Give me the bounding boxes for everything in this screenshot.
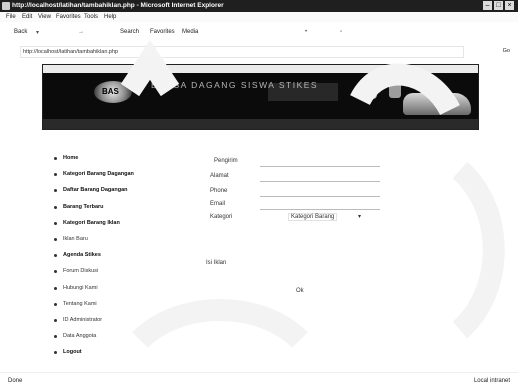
bullet-icon xyxy=(54,157,57,160)
window-controls: – □ × xyxy=(483,1,514,10)
sidebar-item-data-anggota[interactable]: Data Anggota xyxy=(54,328,164,344)
kategori-label: Kategori xyxy=(210,214,233,220)
hapus-button[interactable]: Hapus xyxy=(216,314,233,320)
phone-label: Phone xyxy=(210,188,228,194)
minimize-button[interactable]: – xyxy=(483,1,492,10)
window-title-bar: http://localhost/latihan/tambahiklan.php… xyxy=(0,0,518,12)
sidebar-item-label: Kategori Barang Dagangan xyxy=(63,171,134,178)
sidebar-item-label: Hubungi Kami xyxy=(63,284,98,291)
sidebar-item-iklan-baru[interactable]: Iklan Baru xyxy=(54,231,164,247)
banner-road xyxy=(43,119,478,129)
status-text: Done xyxy=(8,378,23,384)
menu-file[interactable]: File xyxy=(6,12,16,22)
bullet-icon xyxy=(54,302,57,306)
sidebar-item-label: Home xyxy=(63,155,79,161)
bullet-icon xyxy=(54,270,57,274)
back-dropdown-icon[interactable]: ▾ xyxy=(36,29,39,36)
sidebar-item-barang-terbaru[interactable]: Barang Terbaru xyxy=(54,199,164,215)
menu-favorites[interactable]: Favorites xyxy=(56,12,81,22)
bullet-icon xyxy=(54,173,57,177)
menu-tools[interactable]: Tools xyxy=(84,12,98,22)
back-button[interactable]: Back xyxy=(14,29,27,35)
forward-icon[interactable]: → xyxy=(78,29,84,35)
sidebar-item-daftar-barang[interactable]: Daftar Barang Dagangan xyxy=(54,182,164,198)
isi-label: Isi Iklan xyxy=(206,260,227,266)
status-bar: Done Local intranet xyxy=(0,372,518,390)
sidebar-item-label: Daftar Barang Dagangan xyxy=(63,187,128,194)
bullet-icon xyxy=(54,286,57,290)
site-banner: BAS BURSA DAGANG SISWA STIKES xyxy=(42,64,479,130)
sidebar-item-label: Logout xyxy=(63,349,82,356)
sidebar-item-label: Tentang Kami xyxy=(63,300,97,307)
email-input[interactable] xyxy=(260,202,380,210)
history-icon[interactable]: • xyxy=(305,29,307,35)
bullet-icon xyxy=(54,237,57,241)
bullet-icon xyxy=(54,221,57,225)
favorites-button[interactable]: Favorites xyxy=(150,29,175,35)
sidebar-item-forum[interactable]: Forum Diskusi xyxy=(54,263,164,279)
car-image xyxy=(403,93,471,115)
bullet-icon xyxy=(54,189,57,193)
sidebar-item-label: Kategori Barang Iklan xyxy=(63,219,120,226)
bullet-icon xyxy=(54,335,57,339)
address-input[interactable]: http://localhost/latihan/tambahiklan.php xyxy=(20,46,464,58)
sidebar-item-agenda[interactable]: Agenda Stikes xyxy=(54,247,164,263)
sidebar-nav: Home Kategori Barang Dagangan Daftar Bar… xyxy=(54,150,164,360)
email-label: Email xyxy=(210,201,226,207)
pengirim-label: Pengirim xyxy=(214,158,238,164)
pengirim-input[interactable] xyxy=(260,159,380,167)
sidebar-item-tentang[interactable]: Tentang Kami xyxy=(54,296,164,312)
menu-bar: File Edit View Favorites Tools Help xyxy=(0,12,518,22)
sidebar-item-home[interactable]: Home xyxy=(54,150,164,166)
sidebar-item-hubungi[interactable]: Hubungi Kami xyxy=(54,280,164,296)
sidebar-item-administrator[interactable]: ID Administrator xyxy=(54,312,164,328)
sidebar-item-logout[interactable]: Logout xyxy=(54,344,164,360)
sidebar-item-label: Barang Terbaru xyxy=(63,203,104,210)
go-button[interactable]: Go xyxy=(503,44,510,58)
menu-edit[interactable]: Edit xyxy=(22,12,32,22)
bullet-icon xyxy=(54,318,57,322)
bullet-icon xyxy=(54,205,57,209)
zone-text: Local intranet xyxy=(473,378,510,384)
alamat-label: Alamat xyxy=(210,173,229,179)
search-button[interactable]: Search xyxy=(120,29,139,35)
bullet-icon xyxy=(54,351,57,355)
phone-input[interactable] xyxy=(260,189,380,197)
menu-view[interactable]: View xyxy=(38,12,51,22)
ok-button[interactable]: Ok xyxy=(296,288,304,294)
toolbar: Back ▾ → Search Favorites Media • ▫ xyxy=(0,22,518,45)
chevron-down-icon[interactable]: ▾ xyxy=(358,213,361,220)
maximize-button[interactable]: □ xyxy=(494,1,503,10)
alamat-input[interactable] xyxy=(260,174,380,182)
bullet-icon xyxy=(54,254,57,258)
sidebar-item-label: Iklan Baru xyxy=(63,235,88,242)
ie-icon xyxy=(2,2,10,10)
phone-image xyxy=(362,72,382,100)
sidebar-item-label: Agenda Stikes xyxy=(63,252,101,259)
logo-text: BAS xyxy=(102,87,119,96)
menu-help[interactable]: Help xyxy=(104,12,116,22)
close-button[interactable]: × xyxy=(505,1,514,10)
sidebar-item-kategori-barang[interactable]: Kategori Barang Dagangan xyxy=(54,166,164,182)
sidebar-item-label: Data Anggota xyxy=(63,333,97,340)
window-title: http://localhost/latihan/tambahiklan.php… xyxy=(12,2,224,9)
media-button[interactable]: Media xyxy=(182,29,198,35)
kategori-select[interactable]: Kategori Barang xyxy=(288,213,338,221)
sidebar-item-kategori-iklan[interactable]: Kategori Barang Iklan xyxy=(54,215,164,231)
phone-image-2 xyxy=(389,76,401,98)
sidebar-item-label: Forum Diskusi xyxy=(63,268,99,275)
address-bar: http://localhost/latihan/tambahiklan.php… xyxy=(0,44,518,58)
mail-icon[interactable]: ▫ xyxy=(340,29,342,35)
banner-top-strip xyxy=(43,65,478,73)
banner-title: BURSA DAGANG SISWA STIKES xyxy=(151,80,319,90)
sidebar-item-label: ID Administrator xyxy=(63,316,103,323)
